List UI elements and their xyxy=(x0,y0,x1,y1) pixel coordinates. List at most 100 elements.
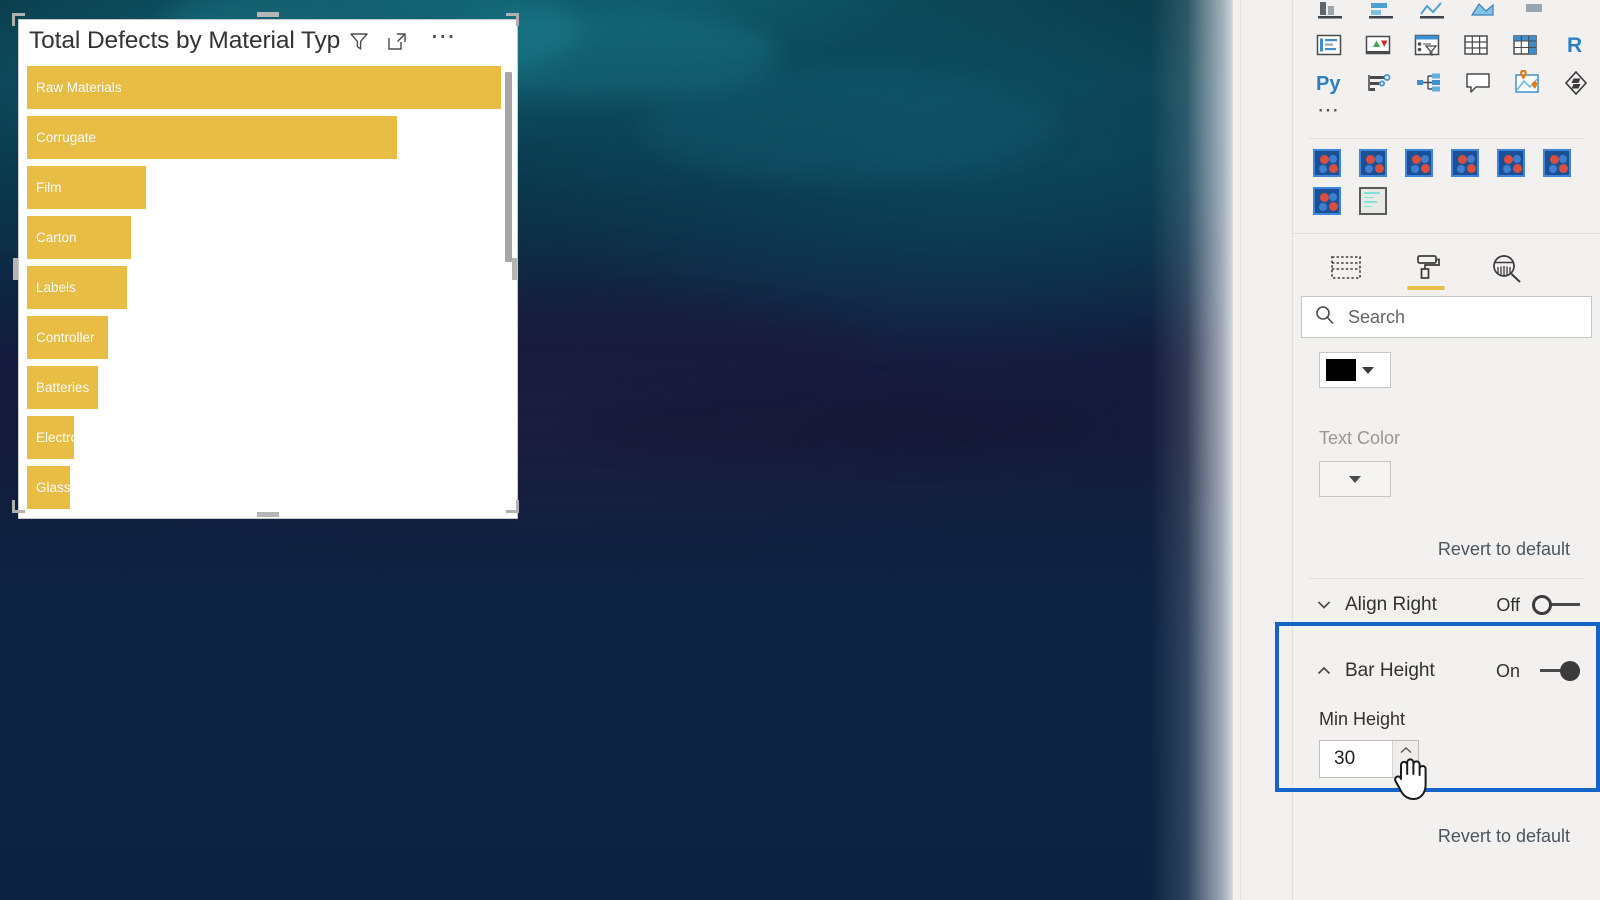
section-title-align-right: Align Right xyxy=(1345,594,1437,615)
bar-label: Labels xyxy=(36,280,76,295)
bar[interactable]: Corrugate xyxy=(27,116,397,159)
tab-analytics[interactable] xyxy=(1483,246,1529,290)
focus-mode-icon[interactable] xyxy=(386,30,408,52)
resize-handle-bottom-left[interactable] xyxy=(12,500,25,513)
bar-row[interactable]: Electronics xyxy=(27,416,499,459)
section-bar-height[interactable]: Bar Height On xyxy=(1293,645,1600,697)
bar-row[interactable]: Labels xyxy=(27,266,499,309)
chart-plot-area[interactable]: Raw Materials Corrugate Film Carton Labels Co… xyxy=(19,62,517,518)
resize-handle-middle-left[interactable] xyxy=(13,258,18,280)
area-chart-icon[interactable] xyxy=(1468,0,1498,26)
custom-visual-icon[interactable] xyxy=(1359,149,1387,177)
line-chart-icon[interactable] xyxy=(1417,0,1447,26)
text-color-label: Text Color xyxy=(1319,428,1401,448)
revert-to-default-bar-height[interactable]: Revert to default xyxy=(1293,826,1600,847)
svg-text:R: R xyxy=(1567,34,1582,57)
custom-visual-icon[interactable] xyxy=(1313,149,1341,177)
custom-visual-icon[interactable] xyxy=(1497,149,1525,177)
bar-height-toggle-wrap[interactable]: On xyxy=(1496,661,1580,682)
azure-map-icon[interactable] xyxy=(1513,69,1541,97)
bar[interactable]: Electronics xyxy=(27,416,74,459)
custom-visual-icon[interactable] xyxy=(1405,149,1433,177)
min-height-value[interactable]: 30 xyxy=(1320,741,1392,777)
bar[interactable]: Labels xyxy=(27,266,127,309)
custom-visual-icon[interactable] xyxy=(1313,187,1341,215)
tab-format[interactable] xyxy=(1403,246,1449,290)
matrix-icon[interactable] xyxy=(1511,31,1539,59)
custom-visual-icon[interactable] xyxy=(1543,149,1571,177)
power-apps-icon[interactable] xyxy=(1562,69,1590,97)
min-height-stepper[interactable]: 30 xyxy=(1319,740,1419,778)
more-options-icon[interactable]: ⋯ xyxy=(430,24,457,49)
resize-handle-top-right[interactable] xyxy=(506,13,519,26)
stepper-down-button[interactable] xyxy=(1393,759,1418,777)
stacked-column-chart-icon[interactable] xyxy=(1315,0,1345,26)
ribbon-chart-icon[interactable] xyxy=(1519,0,1549,26)
bar[interactable]: Film xyxy=(27,166,146,209)
color-swatch xyxy=(1326,359,1356,381)
slicer-icon[interactable] xyxy=(1413,31,1441,59)
bar-row[interactable]: Carton xyxy=(27,216,499,259)
selected-custom-visual[interactable] xyxy=(1359,187,1387,215)
filter-icon[interactable] xyxy=(348,30,370,52)
bar-label: Controller xyxy=(36,330,95,345)
bar-row[interactable]: Batteries xyxy=(27,366,499,409)
smart-narrative-icon[interactable] xyxy=(1464,69,1492,97)
decomposition-tree-icon[interactable] xyxy=(1415,69,1443,97)
bar-row[interactable]: Corrugate xyxy=(27,116,499,159)
resize-handle-middle-right[interactable] xyxy=(512,258,517,280)
align-right-toggle[interactable] xyxy=(1532,595,1580,615)
bar-row[interactable]: Glass xyxy=(27,466,499,509)
page-title: Total Defects by Material Typ xyxy=(29,27,341,54)
kpi-icon[interactable] xyxy=(1364,31,1392,59)
resize-handle-top-left[interactable] xyxy=(12,13,25,26)
search-input[interactable]: Search xyxy=(1301,296,1592,338)
r-script-visual-icon[interactable]: R xyxy=(1560,31,1588,59)
more-visuals-icon[interactable]: ⋯ xyxy=(1315,99,1342,128)
color-dropdown[interactable] xyxy=(1319,352,1391,388)
section-align-right[interactable]: Align Right Off xyxy=(1293,579,1600,631)
resize-handle-bottom-center[interactable] xyxy=(257,512,279,517)
chevron-down-icon xyxy=(1315,596,1333,614)
bar[interactable]: Carton xyxy=(27,216,131,259)
min-height-group: Min Height 30 xyxy=(1293,697,1600,778)
bar-label: Carton xyxy=(36,230,77,245)
align-right-toggle-state: Off xyxy=(1496,594,1520,615)
scrollbar-thumb[interactable] xyxy=(505,72,512,262)
bar[interactable]: Raw Materials xyxy=(27,66,501,109)
chevron-down-icon xyxy=(1349,475,1361,483)
active-tab-underline xyxy=(1407,286,1445,290)
resize-handle-top-center[interactable] xyxy=(257,12,279,17)
section-title-bar-height: Bar Height xyxy=(1345,660,1435,681)
custom-visuals-strip xyxy=(1293,139,1600,231)
resize-handle-bottom-right[interactable] xyxy=(506,500,519,513)
bar-label: Glass xyxy=(36,480,70,495)
bar-row[interactable]: Controller xyxy=(27,316,499,359)
bar[interactable]: Glass xyxy=(27,466,70,509)
bar-chart-visual[interactable]: Total Defects by Material Typ ⋯ Raw Mate… xyxy=(18,19,518,519)
bar[interactable]: Batteries xyxy=(27,366,98,409)
partial-color-control-group xyxy=(1293,338,1600,388)
bar-row[interactable]: Raw Materials xyxy=(27,66,501,109)
key-influencers-icon[interactable] xyxy=(1366,69,1394,97)
stepper-up-button[interactable] xyxy=(1393,741,1418,759)
bar[interactable]: Controller xyxy=(27,316,108,359)
viz-icon-row-3: Py xyxy=(1315,64,1588,102)
gutter-divider-line xyxy=(1240,0,1241,900)
custom-visuals-row-1 xyxy=(1313,149,1580,177)
app-root: Total Defects by Material Typ ⋯ Raw Mate… xyxy=(0,0,1600,900)
multi-row-card-icon[interactable] xyxy=(1315,31,1343,59)
tab-fields[interactable] xyxy=(1323,246,1369,290)
align-right-toggle-wrap[interactable]: Off xyxy=(1496,595,1580,616)
revert-to-default-text-color[interactable]: Revert to default xyxy=(1293,539,1600,560)
clustered-bar-chart-icon[interactable] xyxy=(1366,0,1396,26)
custom-visual-icon[interactable] xyxy=(1451,149,1479,177)
visualizations-and-format-pane: R Py ⋯ Search Text Color Revert to defau… xyxy=(1292,0,1600,900)
text-color-dropdown[interactable] xyxy=(1319,461,1391,497)
wallpaper-wisp xyxy=(640,70,1060,180)
visual-vertical-scrollbar[interactable] xyxy=(504,66,513,512)
bar-row[interactable]: Film xyxy=(27,166,499,209)
bar-height-toggle[interactable] xyxy=(1532,661,1580,681)
python-visual-icon[interactable]: Py xyxy=(1315,69,1345,97)
table-icon[interactable] xyxy=(1462,31,1490,59)
